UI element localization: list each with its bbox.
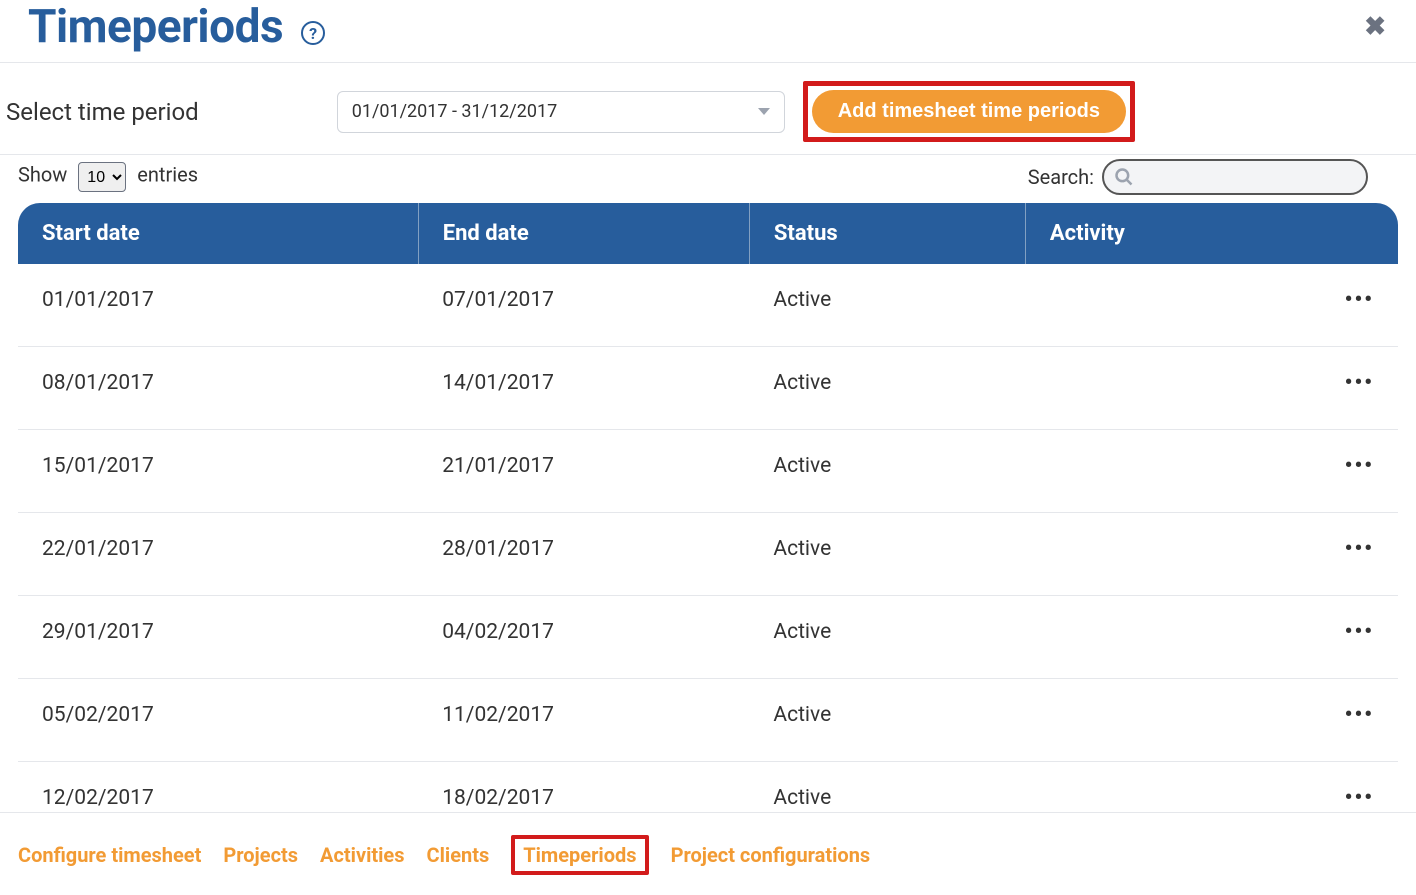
search-control: Search: [1028, 159, 1368, 195]
page-title: Timeperiods [28, 0, 283, 54]
entries-label: entries [137, 163, 198, 187]
footer-link-configure-timesheet[interactable]: Configure timesheet [18, 843, 201, 867]
row-actions-button[interactable]: ••• [1025, 513, 1398, 596]
table-row: 05/02/201711/02/2017Active••• [18, 679, 1398, 762]
add-button-highlight: Add timesheet time periods [803, 81, 1135, 142]
row-actions-button[interactable]: ••• [1025, 596, 1398, 679]
add-timesheet-periods-button[interactable]: Add timesheet time periods [812, 90, 1126, 133]
cell-start-date: 05/02/2017 [18, 679, 418, 762]
footer-link-activities[interactable]: Activities [320, 843, 404, 867]
cell-status: Active [749, 596, 1025, 679]
footer-link-clients[interactable]: Clients [427, 843, 490, 867]
controls-row: Select time period 01/01/2017 - 31/12/20… [0, 63, 1416, 155]
col-start-date[interactable]: Start date [18, 203, 418, 264]
search-input[interactable] [1140, 168, 1356, 186]
cell-start-date: 29/01/2017 [18, 596, 418, 679]
timeperiods-table: Start date End date Status Activity 01/0… [18, 203, 1398, 823]
cell-end-date: 04/02/2017 [418, 596, 749, 679]
col-status[interactable]: Status [749, 203, 1025, 264]
timeperiods-table-wrap: Start date End date Status Activity 01/0… [0, 203, 1416, 823]
search-box[interactable] [1102, 159, 1368, 195]
cell-status: Active [749, 264, 1025, 347]
table-row: 08/01/201714/01/2017Active••• [18, 347, 1398, 430]
entries-select[interactable]: 10 [78, 162, 126, 192]
cell-start-date: 22/01/2017 [18, 513, 418, 596]
cell-end-date: 21/01/2017 [418, 430, 749, 513]
cell-end-date: 28/01/2017 [418, 513, 749, 596]
cell-start-date: 15/01/2017 [18, 430, 418, 513]
close-icon[interactable]: ✖ [1364, 12, 1386, 42]
col-activity[interactable]: Activity [1025, 203, 1398, 264]
entries-control: Show 10 entries [18, 162, 198, 192]
search-label: Search: [1028, 165, 1094, 189]
time-period-value: 01/01/2017 - 31/12/2017 [352, 101, 557, 122]
table-row: 01/01/201707/01/2017Active••• [18, 264, 1398, 347]
cell-start-date: 08/01/2017 [18, 347, 418, 430]
cell-status: Active [749, 347, 1025, 430]
row-actions-button[interactable]: ••• [1025, 430, 1398, 513]
footer-nav: Configure timesheet Projects Activities Cli… [0, 812, 1416, 895]
table-row: 15/01/201721/01/2017Active••• [18, 430, 1398, 513]
footer-link-timeperiods[interactable]: Timeperiods [511, 835, 648, 875]
cell-status: Active [749, 513, 1025, 596]
page-header: Timeperiods ? ✖ [0, 0, 1416, 54]
table-header-row: Start date End date Status Activity [18, 203, 1398, 264]
row-actions-button[interactable]: ••• [1025, 264, 1398, 347]
col-end-date[interactable]: End date [418, 203, 749, 264]
cell-end-date: 11/02/2017 [418, 679, 749, 762]
help-icon[interactable]: ? [301, 21, 325, 45]
chevron-down-icon [758, 108, 770, 115]
row-actions-button[interactable]: ••• [1025, 679, 1398, 762]
cell-end-date: 07/01/2017 [418, 264, 749, 347]
footer-link-projects[interactable]: Projects [223, 843, 298, 867]
table-row: 29/01/201704/02/2017Active••• [18, 596, 1398, 679]
cell-start-date: 01/01/2017 [18, 264, 418, 347]
cell-end-date: 14/01/2017 [418, 347, 749, 430]
row-actions-button[interactable]: ••• [1025, 347, 1398, 430]
show-label: Show [18, 163, 67, 187]
time-period-label: Select time period [6, 98, 199, 126]
search-icon [1114, 167, 1134, 187]
cell-status: Active [749, 430, 1025, 513]
table-controls: Show 10 entries Search: [0, 155, 1416, 203]
table-row: 22/01/201728/01/2017Active••• [18, 513, 1398, 596]
footer-link-project-configurations[interactable]: Project configurations [671, 843, 871, 867]
time-period-select[interactable]: 01/01/2017 - 31/12/2017 [337, 91, 785, 133]
cell-status: Active [749, 679, 1025, 762]
